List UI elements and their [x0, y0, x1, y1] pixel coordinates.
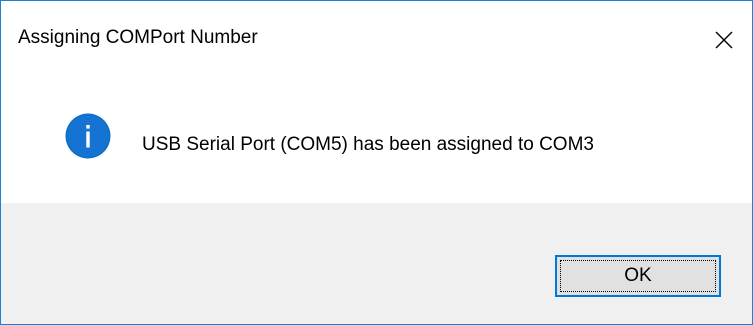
message-text: USB Serial Port (COM5) has been assigned…: [142, 134, 594, 155]
ok-button[interactable]: OK: [555, 255, 721, 297]
button-bar: OK: [1, 203, 752, 324]
ok-button-label: OK: [624, 265, 652, 286]
info-icon: [65, 113, 111, 159]
title-bar: Assigning COMPort Number: [1, 1, 752, 83]
dialog-title: Assigning COMPort Number: [18, 27, 258, 48]
message-dialog: Assigning COMPort Number USB Serial Port…: [0, 0, 753, 325]
close-button[interactable]: [707, 23, 741, 57]
close-icon: [714, 30, 734, 50]
message-area: USB Serial Port (COM5) has been assigned…: [1, 83, 752, 203]
